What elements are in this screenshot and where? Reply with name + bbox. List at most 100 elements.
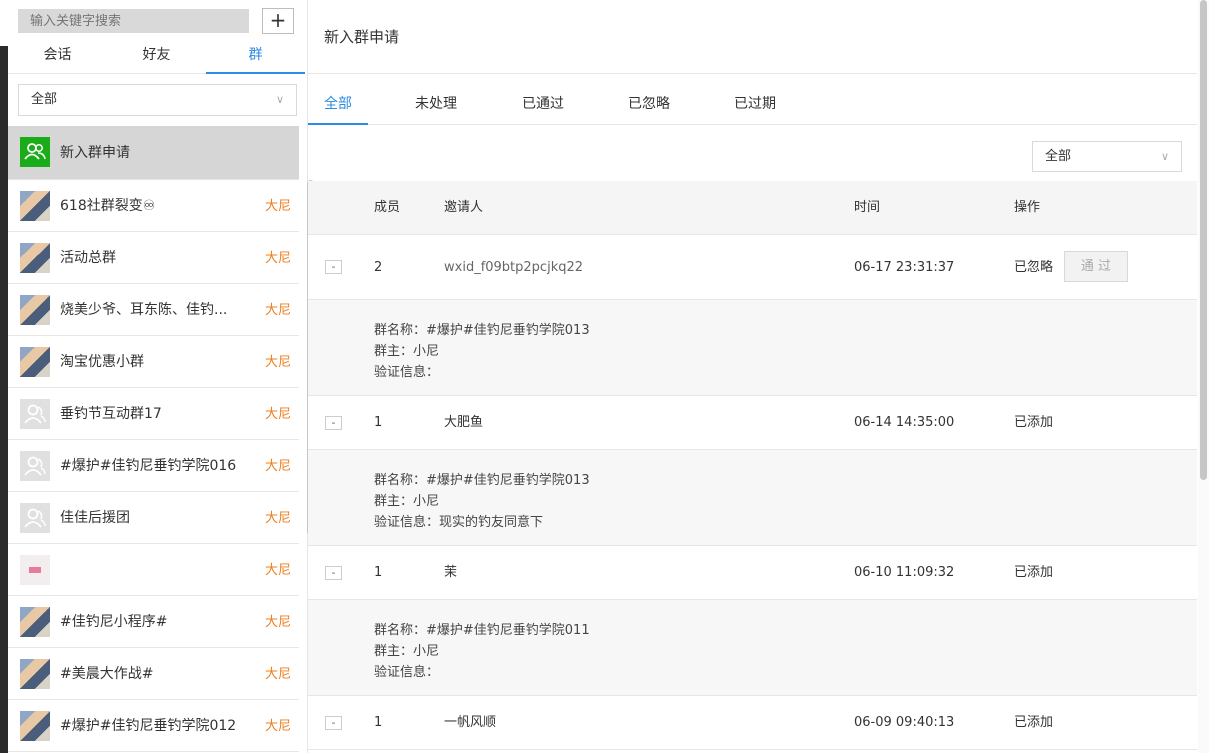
group-item[interactable]: 淘宝优惠小群 大尼 [8,336,299,388]
app-window: + 会话 好友 群 全部 ∨ 新入群申请 618社群裂变♾ 大尼 [0,0,1211,753]
group-avatar [20,295,50,325]
group-name: #爆护#佳钓尼垂钓学院016 [60,458,237,474]
table-row: - 1 一帆风顺 06-09 09:40:13 已添加 [308,696,1197,750]
tab-ignored[interactable]: 已忽略 [619,87,679,125]
group-owner-tag: 大尼 [264,615,291,630]
tab-all[interactable]: 全部 [308,87,368,125]
member-count-link[interactable]: 1 [374,546,382,600]
group-name: 烧美少爷、耳东陈、佳钓... [60,302,228,318]
divider [308,73,1197,74]
request-status: 已忽略 [1014,260,1054,275]
group-owner-tag: 大尼 [264,563,291,578]
group-owner-tag: 大尼 [264,511,291,526]
column-header-action: 操作 [1014,200,1041,215]
group-owner-tag: 大尼 [264,303,291,318]
group-avatar [20,607,50,637]
group-item[interactable]: 佳佳后援团 大尼 [8,492,299,544]
group-list: 新入群申请 618社群裂变♾ 大尼 活动总群 大尼 烧美少爷、耳东陈、佳钓...… [8,126,299,752]
collapse-toggle[interactable]: - [325,566,342,580]
request-status: 已添加 [1014,415,1054,430]
column-header-inviter: 邀请人 [444,200,484,215]
tab-groups[interactable]: 群 [206,38,305,74]
group-name: #爆护#佳钓尼垂钓学院012 [60,718,237,734]
request-detail: 群名称：#爆护#佳钓尼垂钓学院011 群主：小尼 验证信息： [308,600,1197,696]
table-row: - 1 茉 06-10 11:09:32 已添加 [308,546,1197,600]
group-avatar [20,555,50,585]
main-panel: 新入群申请 全部 未处理 已通过 已忽略 已过期 全部 ∨ 成员 邀请人 时间 … [308,0,1211,753]
inviter-name: wxid_f09btp2pcjkq22 [444,260,584,275]
collapse-toggle[interactable]: - [325,416,342,430]
group-name: 618社群裂变♾ [60,198,156,214]
detail-group-owner: 群主：小尼 [374,494,440,509]
new-requests-icon [20,137,50,167]
collapse-toggle[interactable]: - [325,260,342,274]
detail-group-name: 群名称：#爆护#佳钓尼垂钓学院013 [374,323,590,338]
group-filter-select[interactable]: 全部 ∨ [18,84,297,116]
group-owner-tag: 大尼 [264,719,291,734]
main-scrollbar[interactable] [1198,0,1209,753]
approve-button[interactable]: 通 过 [1064,251,1128,282]
group-name: #美晨大作战# [60,666,154,682]
tab-approved[interactable]: 已通过 [513,87,573,125]
group-name: 淘宝优惠小群 [60,354,144,370]
member-count-link[interactable]: 1 [374,396,382,450]
search-input[interactable] [18,9,249,33]
group-item[interactable]: 大尼 [8,544,299,596]
group-item[interactable]: #美晨大作战# 大尼 [8,648,299,700]
tab-expired[interactable]: 已过期 [725,87,785,125]
request-status: 已添加 [1014,715,1054,730]
detail-verification: 验证信息： [374,365,440,380]
group-item[interactable]: #爆护#佳钓尼垂钓学院016 大尼 [8,440,299,492]
group-avatar [20,347,50,377]
group-item[interactable]: 烧美少爷、耳东陈、佳钓... 大尼 [8,284,299,336]
request-time: 06-09 09:40:13 [854,715,955,730]
group-owner-tag: 大尼 [264,407,291,422]
main-scrollbar-thumb[interactable] [1200,0,1207,480]
member-count-link[interactable]: 1 [374,696,382,750]
table-row: - 2 wxid_f09btp2pcjkq22 06-17 23:31:37 已… [308,235,1197,300]
group-item[interactable]: 618社群裂变♾ 大尼 [8,180,299,232]
chevron-down-icon: ∨ [275,93,284,106]
detail-group-name: 群名称：#爆护#佳钓尼垂钓学院013 [374,473,590,488]
group-item[interactable]: 活动总群 大尼 [8,232,299,284]
group-name: #佳钓尼小程序# [60,614,168,630]
tab-pending[interactable]: 未处理 [406,87,466,125]
sidebar-tabs: 会话 好友 群 [8,38,305,74]
column-header-members: 成员 [374,200,401,215]
window-edge [0,46,8,753]
group-owner-tag: 大尼 [264,355,291,370]
group-owner-tag: 大尼 [264,199,291,214]
detail-group-owner: 群主：小尼 [374,644,440,659]
member-count-link[interactable]: 2 [374,235,382,300]
tab-conversations[interactable]: 会话 [8,38,107,74]
group-name: 活动总群 [60,250,116,266]
request-time: 06-14 14:35:00 [854,415,955,430]
group-name: 垂钓节互动群17 [60,406,162,422]
detail-group-name: 群名称：#爆护#佳钓尼垂钓学院011 [374,623,590,638]
group-owner-tag: 大尼 [264,667,291,682]
sidebar: + 会话 好友 群 全部 ∨ 新入群申请 618社群裂变♾ 大尼 [8,0,314,753]
default-group-avatar-icon [20,451,50,481]
detail-verification: 验证信息：现实的钓友同意下 [374,515,544,530]
request-status: 已添加 [1014,565,1054,580]
detail-verification: 验证信息： [374,665,440,680]
group-item[interactable]: 垂钓节互动群17 大尼 [8,388,299,440]
group-owner-tag: 大尼 [264,251,291,266]
collapse-toggle[interactable]: - [325,716,342,730]
detail-group-owner: 群主：小尼 [374,344,440,359]
add-button[interactable]: + [262,8,294,34]
request-time: 06-17 23:31:37 [854,260,955,275]
default-group-avatar-icon [20,503,50,533]
request-time: 06-10 11:09:32 [854,565,955,580]
tab-friends[interactable]: 好友 [107,38,206,74]
group-item[interactable]: #佳钓尼小程序# 大尼 [8,596,299,648]
page-title: 新入群申请 [324,28,400,46]
table-row: - 1 大肥鱼 06-14 14:35:00 已添加 [308,396,1197,450]
group-avatar [20,659,50,689]
request-filter-select[interactable]: 全部 ∨ [1032,141,1182,172]
group-owner-tag: 大尼 [264,459,291,474]
group-avatar [20,191,50,221]
group-item-new-requests[interactable]: 新入群申请 [8,126,299,180]
group-item[interactable]: #爆护#佳钓尼垂钓学院012 大尼 [8,700,299,752]
status-tabs: 全部 未处理 已通过 已忽略 已过期 [308,87,1197,125]
